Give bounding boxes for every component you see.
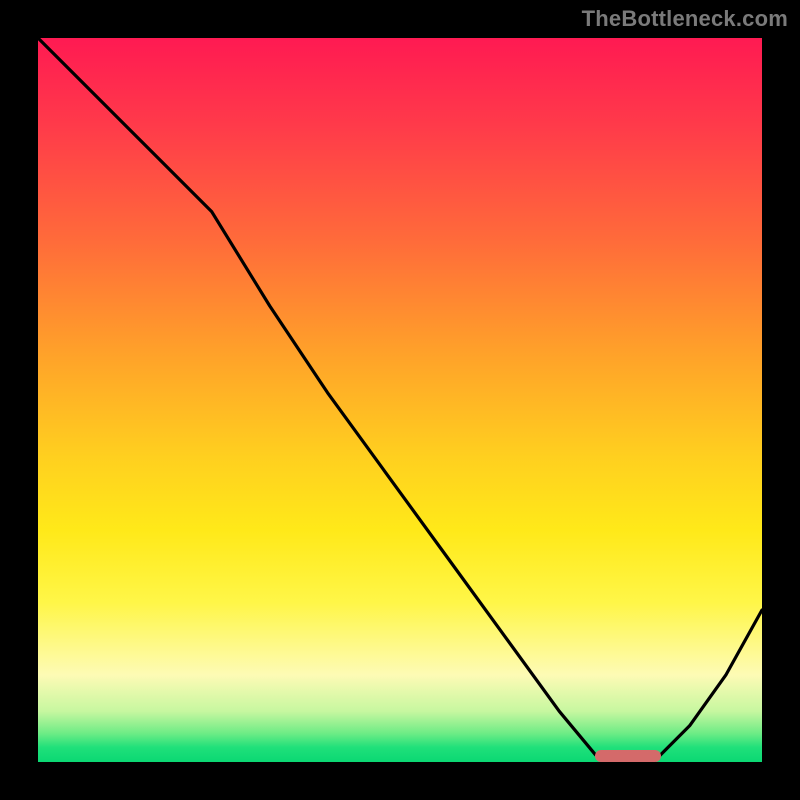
- plot-area: [34, 34, 766, 766]
- chart-container: TheBottleneck.com: [0, 0, 800, 800]
- watermark-text: TheBottleneck.com: [582, 6, 788, 32]
- optimal-range-marker: [595, 750, 660, 762]
- bottleneck-curve: [38, 38, 762, 762]
